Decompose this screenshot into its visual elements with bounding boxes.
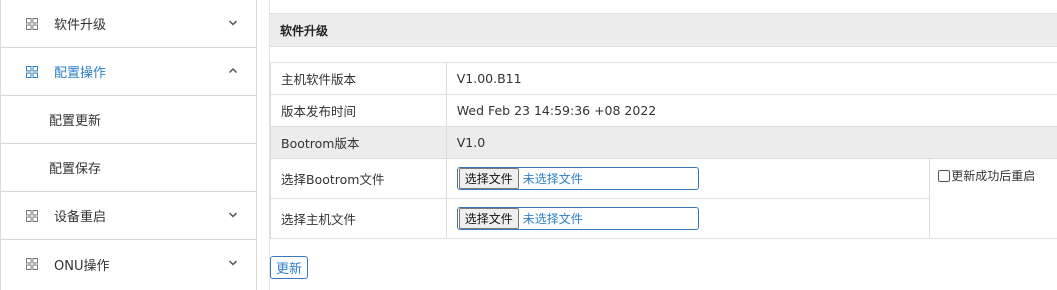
- software-info-table: 主机软件版本 V1.00.B11 版本发布时间 Wed Feb 23 14:59…: [270, 62, 1057, 239]
- file-cell: 选择文件 未选择文件: [445, 158, 931, 199]
- table-row: 版本发布时间 Wed Feb 23 14:59:36 +08 2022: [270, 94, 1057, 127]
- row-label: Bootrom版本: [270, 126, 447, 159]
- sidebar-item-onu-ops[interactable]: ONU操作: [1, 240, 256, 288]
- table-row: 主机软件版本 V1.00.B11: [270, 62, 1057, 95]
- row-label: 主机软件版本: [270, 62, 447, 95]
- chevron-down-icon: [228, 212, 238, 218]
- main-panel: 软件升级 主机软件版本 V1.00.B11 版本发布时间 Wed Feb 23 …: [269, 0, 1057, 290]
- grid-icon: [26, 258, 38, 270]
- checkbox-label: 更新成功后重启: [951, 169, 1036, 183]
- chevron-up-icon: [228, 67, 238, 74]
- choose-file-button[interactable]: 选择文件: [458, 208, 519, 229]
- sidebar-item-label: 配置更新: [49, 114, 102, 129]
- sidebar-item-device-reboot[interactable]: 设备重启: [1, 192, 256, 240]
- row-label: 选择Bootrom文件: [270, 158, 447, 199]
- sidebar-item-label: ONU操作: [54, 258, 110, 274]
- chevron-down-icon: [228, 20, 238, 26]
- row-label: 版本发布时间: [270, 94, 447, 127]
- table-row: Bootrom版本 V1.0: [270, 126, 1057, 159]
- file-status: 未选择文件: [522, 212, 583, 226]
- row-label: 选择主机文件: [270, 198, 447, 239]
- grid-icon: [26, 66, 38, 78]
- sidebar-item-software-upgrade[interactable]: 软件升级: [1, 0, 256, 48]
- section-title: 软件升级: [270, 13, 1057, 47]
- reboot-after-update-checkbox[interactable]: 更新成功后重启: [938, 167, 1035, 184]
- sidebar-item-config-ops[interactable]: 配置操作: [1, 48, 256, 96]
- row-value: Wed Feb 23 14:59:36 +08 2022: [445, 94, 1057, 127]
- grid-icon: [26, 18, 38, 30]
- row-value: V1.0: [445, 126, 1057, 159]
- file-cell: 选择文件 未选择文件: [445, 198, 931, 239]
- row-value: V1.00.B11: [445, 62, 1057, 95]
- sidebar-subitem-config-save[interactable]: 配置保存: [1, 144, 256, 192]
- table-row: 选择Bootrom文件 选择文件 未选择文件 更新成功后重启: [270, 158, 1057, 239]
- reboot-option-cell: 更新成功后重启: [929, 158, 1057, 239]
- choose-file-button[interactable]: 选择文件: [458, 168, 519, 189]
- sidebar-item-label: 设备重启: [54, 210, 107, 225]
- bootrom-file-input[interactable]: 选择文件 未选择文件: [456, 167, 699, 190]
- sidebar: 软件升级 配置操作 配置更新 配置保存 设备重启 ONU操作: [0, 0, 257, 290]
- sidebar-item-label: 配置保存: [49, 162, 102, 177]
- grid-icon: [26, 210, 38, 222]
- file-status: 未选择文件: [522, 172, 583, 186]
- sidebar-item-label: 配置操作: [54, 66, 107, 81]
- checkbox-box[interactable]: [938, 169, 951, 182]
- chevron-down-icon: [228, 260, 238, 266]
- sidebar-subitem-config-update[interactable]: 配置更新: [1, 96, 256, 144]
- update-button[interactable]: 更新: [270, 256, 309, 279]
- sidebar-item-label: 软件升级: [54, 18, 107, 33]
- host-file-input[interactable]: 选择文件 未选择文件: [456, 207, 699, 230]
